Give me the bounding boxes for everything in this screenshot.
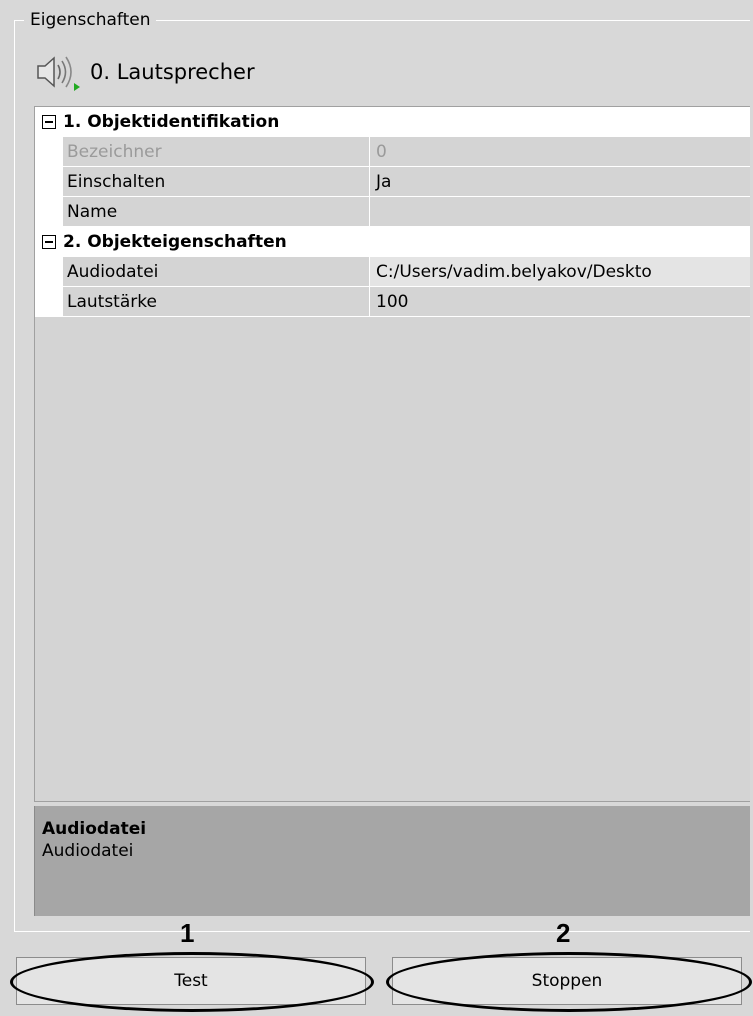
stop-button[interactable]: Stoppen <box>392 957 742 1005</box>
property-name: Bezeichner <box>63 137 369 167</box>
property-value[interactable]: C:/Users/vadim.belyakov/Deskto <box>369 257 750 287</box>
object-title: 0. Lautsprecher <box>90 60 255 84</box>
test-button[interactable]: Test <box>16 957 366 1005</box>
property-grid[interactable]: 1. Objektidentifikation Bezeichner 0 Ein… <box>34 106 750 802</box>
property-value: 0 <box>369 137 750 167</box>
speaker-icon <box>37 56 80 91</box>
property-description: Audiodatei Audiodatei <box>34 806 750 916</box>
annotation-marker-1: 1 <box>180 918 195 948</box>
category-objekteigenschaften[interactable]: 2. Objekteigenschaften <box>35 227 750 257</box>
object-header: 0. Lautsprecher <box>30 52 255 92</box>
description-title: Audiodatei <box>42 819 147 839</box>
groupbox-title: Eigenschaften <box>24 10 157 30</box>
property-value[interactable]: 100 <box>369 287 750 317</box>
category-objektidentifikation[interactable]: 1. Objektidentifikation <box>35 107 750 137</box>
property-name: Name <box>63 197 369 227</box>
property-name: Lautstärke <box>63 287 369 317</box>
property-value[interactable] <box>369 197 750 227</box>
collapse-icon[interactable] <box>35 227 63 257</box>
category-label: 2. Objekteigenschaften <box>63 232 287 252</box>
category-label: 1. Objektidentifikation <box>63 112 280 132</box>
property-row-audiodatei[interactable]: Audiodatei C:/Users/vadim.belyakov/Deskt… <box>35 257 750 287</box>
property-row-bezeichner[interactable]: Bezeichner 0 <box>35 137 750 167</box>
property-row-name[interactable]: Name <box>35 197 750 227</box>
property-row-lautstaerke[interactable]: Lautstärke 100 <box>35 287 750 317</box>
description-text: Audiodatei <box>42 841 134 861</box>
collapse-icon[interactable] <box>35 107 63 137</box>
property-name: Einschalten <box>63 167 369 197</box>
property-value[interactable]: Ja <box>369 167 750 197</box>
property-row-einschalten[interactable]: Einschalten Ja <box>35 167 750 197</box>
property-name: Audiodatei <box>63 257 369 287</box>
annotation-marker-2: 2 <box>556 918 571 948</box>
